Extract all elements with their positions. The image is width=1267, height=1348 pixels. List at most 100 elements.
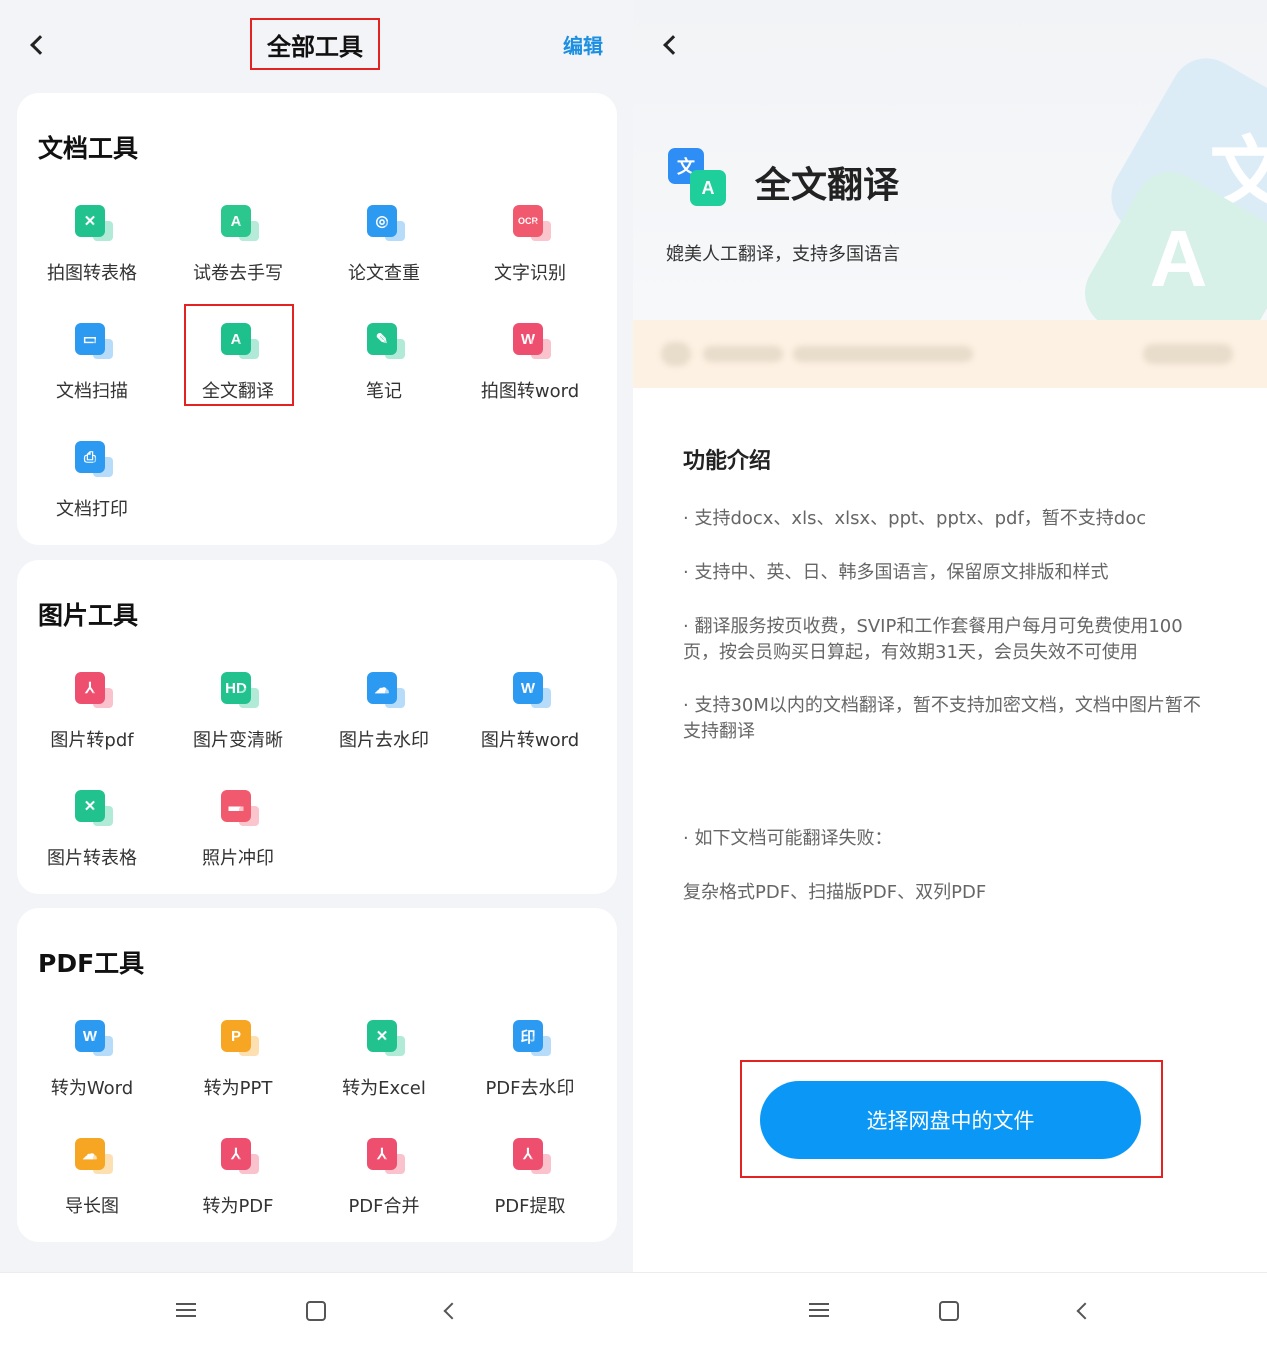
tool-label: 转为Excel	[342, 1078, 426, 1099]
page-title: 全部工具	[250, 18, 380, 70]
tool-label: 笔记	[366, 381, 402, 402]
notes-icon: ✎	[365, 321, 405, 359]
tool-label: 导长图	[65, 1196, 119, 1217]
intro-title: 功能介绍	[683, 449, 772, 474]
intro-bullet: · 如下文档可能翻译失败：	[683, 828, 893, 849]
home-icon[interactable]	[939, 1301, 959, 1321]
choose-cloud-file-button[interactable]: 选择网盘中的文件	[760, 1081, 1141, 1159]
intro-bullet: 复杂格式PDF、扫描版PDF、双列PDF	[683, 882, 987, 903]
photo-to-table-icon: ✕	[73, 203, 113, 241]
ocr-icon: OCR	[511, 203, 551, 241]
tool-label: PDF提取	[494, 1196, 566, 1217]
image-to-table-icon: ✕	[73, 788, 113, 826]
system-back-icon[interactable]	[440, 1299, 464, 1323]
tool-image-remove-watermark[interactable]: ☁ 图片去水印	[311, 658, 457, 758]
promo-banner-blurred[interactable]	[633, 320, 1267, 388]
image-to-word-icon: W	[511, 670, 551, 708]
section-document-tools: 文档工具 ✕ 拍图转表格 A 试卷去手写 ◎ 论文查重 OCR 文字识别 ▭ 文档扫描 A 全文翻译 ✎…	[17, 93, 617, 545]
tool-pdf-to-excel[interactable]: ✕ 转为Excel	[311, 1006, 457, 1106]
full-text-translate-icon: A	[219, 321, 259, 359]
tool-label: 图片去水印	[339, 730, 429, 751]
tool-pdf-to-ppt[interactable]: P 转为PPT	[165, 1006, 311, 1106]
tool-image-to-word[interactable]: W 图片转word	[457, 658, 603, 758]
tool-photo-to-table[interactable]: ✕ 拍图转表格	[19, 191, 165, 291]
tool-pdf-to-word[interactable]: W 转为Word	[19, 1006, 165, 1106]
feature-title: 全文翻译	[755, 165, 900, 206]
all-tools-screen: 全部工具 编辑 文档工具 ✕ 拍图转表格 A 试卷去手写 ◎ 论文查重 OCR 文字识别 ▭ 文档…	[0, 0, 633, 1348]
tool-label: 文档打印	[56, 499, 128, 520]
tool-image-to-pdf[interactable]: ⅄ 图片转pdf	[19, 658, 165, 758]
home-icon[interactable]	[306, 1301, 326, 1321]
tool-plagiarism-check[interactable]: ◎ 论文查重	[311, 191, 457, 291]
tool-label: PDF合并	[348, 1196, 420, 1217]
tool-label: 全文翻译	[202, 381, 274, 402]
pdf-to-ppt-icon: P	[219, 1018, 259, 1056]
intro-bullet: · 支持30M以内的文档翻译，暂不支持加密文档，文档中图片暂不支持翻译	[683, 695, 1201, 742]
document-print-icon: ⎙	[73, 439, 113, 477]
tool-label: 照片冲印	[202, 848, 274, 869]
tool-label: PDF去水印	[485, 1078, 575, 1099]
plagiarism-check-icon: ◎	[365, 203, 405, 241]
tool-remove-handwriting[interactable]: A 试卷去手写	[165, 191, 311, 291]
tool-to-pdf[interactable]: ⅄ 转为PDF	[165, 1124, 311, 1224]
section-title: 文档工具	[38, 134, 139, 163]
intro-bullet: · 支持中、英、日、韩多国语言，保留原文排版和样式	[683, 562, 1109, 583]
tool-label: 文字识别	[494, 263, 566, 284]
section-title: PDF工具	[38, 949, 145, 978]
back-chevron-icon	[663, 35, 683, 55]
photo-print-icon: ▬	[219, 788, 259, 826]
tool-pdf-remove-watermark[interactable]: 印 PDF去水印	[457, 1006, 603, 1106]
tool-image-to-table[interactable]: ✕ 图片转表格	[19, 776, 165, 876]
tool-pdf-merge[interactable]: ⅄ PDF合并	[311, 1124, 457, 1224]
tool-label: 转为PDF	[202, 1196, 274, 1217]
image-remove-watermark-icon: ☁	[365, 670, 405, 708]
translate-brand-icon: 文 A	[668, 148, 730, 210]
tool-label: 拍图转表格	[47, 263, 137, 284]
section-title: 图片工具	[38, 601, 139, 630]
tool-label: 转为Word	[50, 1078, 134, 1099]
back-button[interactable]	[653, 25, 693, 65]
tool-photo-print[interactable]: ▬ 照片冲印	[165, 776, 311, 876]
intro-bullet: · 支持docx、xls、xlsx、ppt、pptx、pdf，暂不支持doc	[683, 508, 1147, 529]
tool-label: 拍图转word	[480, 381, 580, 402]
intro-bullet: · 翻译服务按页收费，SVIP和工作套餐用户每月可免费使用100页，按会员购买日…	[683, 616, 1183, 663]
tool-label: 图片转word	[480, 730, 580, 751]
photo-to-word-icon: W	[511, 321, 551, 359]
tool-image-enhance[interactable]: HD 图片变清晰	[165, 658, 311, 758]
image-enhance-icon: HD	[219, 670, 259, 708]
pdf-to-word-icon: W	[73, 1018, 113, 1056]
tool-notes[interactable]: ✎ 笔记	[311, 309, 457, 409]
tool-ocr[interactable]: OCR 文字识别	[457, 191, 603, 291]
feature-subtitle: 媲美人工翻译，支持多国语言	[666, 244, 900, 265]
tool-export-long-image[interactable]: ☁ 导长图	[19, 1124, 165, 1224]
feature-header: 文 A 文 A 全文翻译 媲美人工翻译，支持多国语言	[633, 0, 1267, 320]
system-back-icon[interactable]	[1073, 1299, 1097, 1323]
tool-full-text-translate[interactable]: A 全文翻译	[165, 309, 311, 409]
tool-document-scan[interactable]: ▭ 文档扫描	[19, 309, 165, 409]
tool-label: 文档扫描	[56, 381, 128, 402]
tool-pdf-extract[interactable]: ⅄ PDF提取	[457, 1124, 603, 1224]
tool-label: 论文查重	[348, 263, 420, 284]
menu-icon[interactable]	[174, 1299, 198, 1323]
tool-document-print[interactable]: ⎙ 文档打印	[19, 427, 165, 527]
to-pdf-icon: ⅄	[219, 1136, 259, 1174]
pdf-remove-watermark-icon: 印	[511, 1018, 551, 1056]
tool-label: 试卷去手写	[193, 263, 283, 284]
pdf-merge-icon: ⅄	[365, 1136, 405, 1174]
edit-button[interactable]: 编辑	[563, 30, 603, 59]
back-button[interactable]	[20, 25, 60, 65]
tool-photo-to-word[interactable]: W 拍图转word	[457, 309, 603, 409]
tool-label: 图片变清晰	[193, 730, 283, 751]
remove-handwriting-icon: A	[219, 203, 259, 241]
export-long-image-icon: ☁	[73, 1136, 113, 1174]
system-nav-bar	[0, 1272, 633, 1348]
tool-label: 转为PPT	[203, 1078, 273, 1099]
pdf-to-excel-icon: ✕	[365, 1018, 405, 1056]
menu-icon[interactable]	[807, 1299, 831, 1323]
translate-detail-screen: 文 A 文 A 全文翻译 媲美人工翻译，支持多国语言 功能介绍 · 支持docx…	[633, 0, 1267, 1348]
section-pdf-tools: PDF工具 W 转为Word P 转为PPT ✕ 转为Excel 印 PDF去水印 ☁ 导长图 ⅄ 转…	[17, 908, 617, 1242]
tool-label: 图片转表格	[47, 848, 137, 869]
image-to-pdf-icon: ⅄	[73, 670, 113, 708]
pdf-extract-icon: ⅄	[511, 1136, 551, 1174]
tool-label: 图片转pdf	[50, 730, 134, 751]
